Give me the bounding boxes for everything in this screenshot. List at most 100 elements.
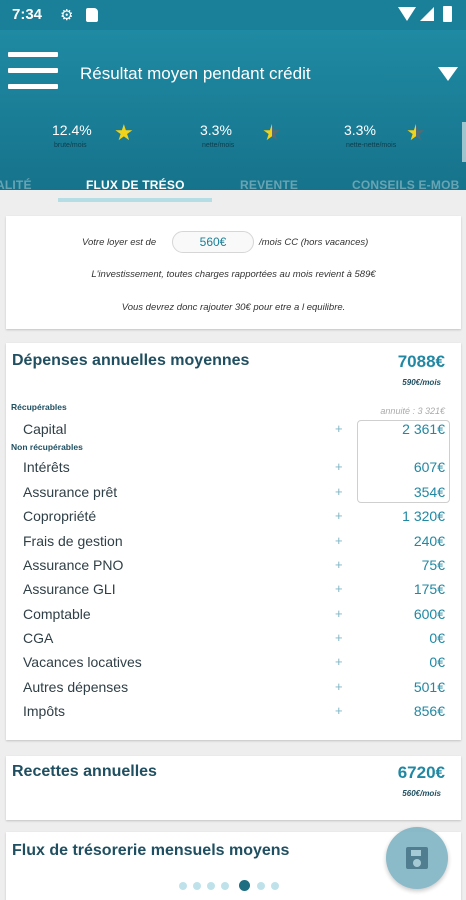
kpi-rentabilite-brute: 12.4% brute/mois ★ [52, 122, 162, 152]
depenses-title: Dépenses annuelles moyennes [12, 352, 250, 369]
expense-row-assurance-pno[interactable]: Assurance PNO + 75€ [6, 557, 461, 581]
depenses-total: 7088€ [397, 352, 445, 371]
expense-name: CGA [23, 630, 54, 646]
plus-icon[interactable]: + [335, 508, 343, 523]
save-button[interactable] [386, 827, 448, 889]
page-indicator [179, 880, 289, 891]
loyer-line-2: L'investissement, toutes charges rapport… [91, 269, 376, 280]
expense-amount: 2 361€ [402, 421, 445, 437]
depenses-per-month: 590€/mois [402, 378, 441, 387]
plus-icon[interactable]: + [335, 484, 343, 499]
chevron-down-icon[interactable] [438, 67, 458, 81]
plus-icon[interactable]: + [335, 533, 343, 548]
annuite-label: annuité : 3 321€ [380, 406, 445, 416]
expense-amount: 856€ [413, 703, 445, 719]
cell-signal-icon [420, 7, 434, 21]
expense-name: Autres dépenses [23, 679, 129, 695]
expense-row-vacances-locatives[interactable]: Vacances locatives + 0€ [6, 654, 461, 678]
loyer-suffix: /mois CC (hors vacances) [259, 237, 369, 248]
loyer-prefix: Votre loyer est de [82, 237, 157, 248]
plus-icon[interactable]: + [335, 654, 343, 669]
expense-amount: 75€ [421, 557, 445, 573]
expense-amount: 175€ [413, 581, 445, 597]
expense-name: Assurance PNO [23, 557, 124, 573]
tab-flux-de-treso[interactable]: FLUX DE TRÉSO [86, 178, 185, 192]
expense-row-interets[interactable]: Intérêts + 607€ [6, 459, 461, 483]
flux-title: Flux de trésorerie mensuels moyens [12, 842, 290, 859]
tab-revente[interactable]: REVENTE [240, 178, 298, 192]
kpi-value: 3.3% [200, 122, 232, 138]
expense-row-impots[interactable]: Impôts + 856€ [6, 703, 461, 727]
plus-icon[interactable]: + [335, 459, 343, 474]
expense-name: Assurance prêt [23, 484, 118, 500]
plus-icon[interactable]: + [335, 630, 343, 645]
page-title[interactable]: Résultat moyen pendant crédit [80, 64, 311, 84]
expense-amount: 600€ [413, 606, 445, 622]
tab-indicator [58, 198, 212, 202]
expense-row-frais-de-gestion[interactable]: Frais de gestion + 240€ [6, 533, 461, 557]
plus-icon[interactable]: + [335, 557, 343, 572]
expense-name: Impôts [23, 703, 66, 719]
save-icon [406, 847, 428, 869]
expense-name: Frais de gestion [23, 533, 123, 549]
annuite-value: 3 321€ [417, 406, 445, 416]
expense-amount: 354€ [413, 484, 445, 500]
page-dot[interactable] [221, 882, 229, 890]
kpi-label: nette/mois [202, 142, 235, 149]
menu-icon[interactable] [8, 52, 58, 90]
expense-row-assurance-pret[interactable]: Assurance prêt + 354€ [6, 484, 461, 508]
plus-icon[interactable]: + [335, 421, 343, 436]
expense-amount: 240€ [413, 533, 445, 549]
expense-name: Copropriété [23, 508, 97, 524]
page-dot[interactable] [207, 882, 215, 890]
expense-row-cga[interactable]: CGA + 0€ [6, 630, 461, 654]
loyer-input[interactable]: 560€ [172, 231, 254, 253]
recettes-title: Recettes annuelles [12, 763, 157, 780]
plus-icon[interactable]: + [335, 703, 343, 718]
tab-conseils-e-mob[interactable]: CONSEILS E-MOB [352, 178, 459, 192]
kpi-rentabilite-nette: 3.3% nette/mois ★ [200, 122, 310, 152]
section-recuperables: Récupérables [11, 402, 67, 412]
expense-name: Assurance GLI [23, 581, 116, 597]
tab-fiabilite[interactable]: ALITÉ [0, 178, 32, 192]
recettes-total: 6720€ [397, 763, 445, 782]
kpi-value: 3.3% [344, 122, 376, 138]
section-non-recuperables: Non récupérables [11, 442, 83, 452]
plus-icon[interactable]: + [335, 679, 343, 694]
kpi-value: 12.4% [52, 122, 92, 138]
star-full-icon: ★ [114, 120, 134, 145]
expense-amount: 607€ [413, 459, 445, 475]
app-header: Résultat moyen pendant crédit 12.4% brut… [0, 30, 466, 202]
expense-name: Capital [23, 421, 67, 437]
page-dot[interactable] [193, 882, 201, 890]
sd-card-icon [86, 8, 98, 22]
kpi-label: brute/mois [54, 142, 87, 149]
page-dot[interactable] [271, 882, 279, 890]
expense-amount: 0€ [429, 630, 445, 646]
battery-icon [443, 6, 452, 22]
plus-icon[interactable]: + [335, 606, 343, 621]
depenses-card: Dépenses annuelles moyennes 7088€ 590€/m… [6, 343, 461, 740]
expense-name: Vacances locatives [23, 654, 142, 670]
expense-amount: 0€ [429, 654, 445, 670]
status-time: 7:34 [12, 6, 43, 23]
page-dot-active[interactable] [239, 880, 250, 891]
plus-icon[interactable]: + [335, 581, 343, 596]
expense-amount: 1 320€ [402, 508, 445, 524]
expense-name: Comptable [23, 606, 91, 622]
kpi-rentabilite-nette-nette: 3.3% nette-nette/mois ★ [344, 122, 454, 152]
page-dot[interactable] [257, 882, 265, 890]
star-half-icon: ★ [262, 120, 282, 145]
expense-row-copropriete[interactable]: Copropriété + 1 320€ [6, 508, 461, 532]
expense-row-autres-depenses[interactable]: Autres dépenses + 501€ [6, 679, 461, 703]
loyer-line-3: Vous devrez donc rajouter 30€ pour etre … [121, 302, 346, 313]
loyer-card: Votre loyer est de 560€ /mois CC (hors v… [6, 216, 461, 329]
status-bar: 7:34 ⚙ [0, 0, 466, 30]
page-dot[interactable] [179, 882, 187, 890]
gear-icon: ⚙ [60, 7, 74, 24]
expense-row-comptable[interactable]: Comptable + 600€ [6, 606, 461, 630]
star-half-icon: ★ [406, 120, 426, 145]
expense-row-assurance-gli[interactable]: Assurance GLI + 175€ [6, 581, 461, 605]
kpi-scroll-edge [462, 122, 466, 162]
recettes-per-month: 560€/mois [402, 789, 441, 798]
